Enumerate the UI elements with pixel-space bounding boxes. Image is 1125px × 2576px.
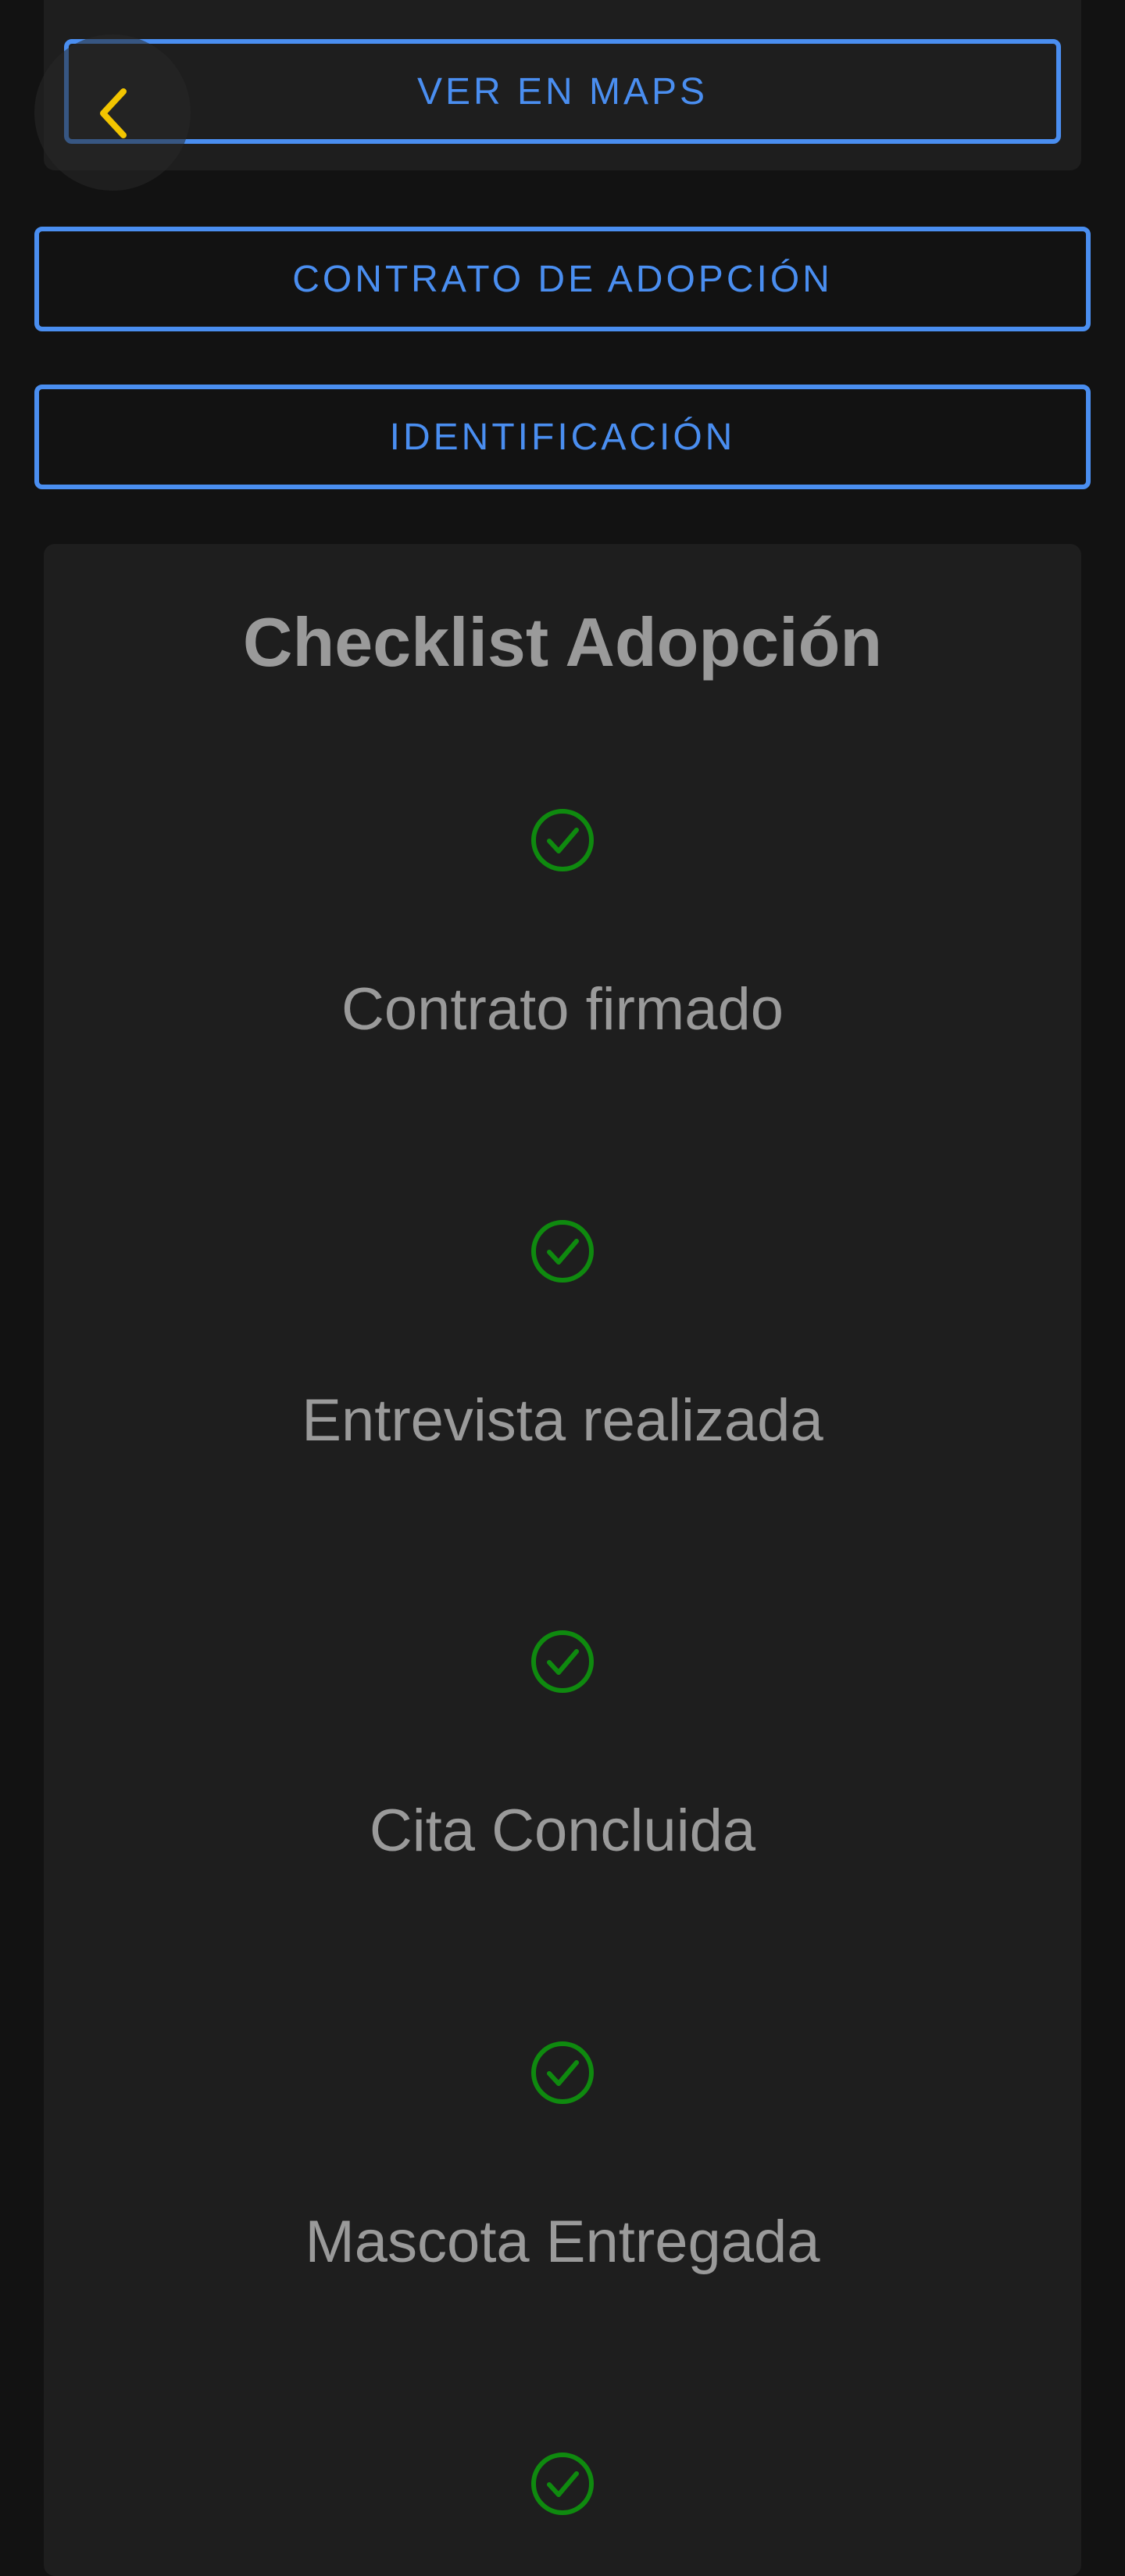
check-circle-icon bbox=[531, 1220, 594, 1283]
check-circle-icon bbox=[531, 2453, 594, 2515]
checklist-item-label: Contrato firmado bbox=[341, 976, 784, 1043]
chevron-left-icon bbox=[100, 88, 127, 138]
checklist-item-label: Mascota Entregada bbox=[305, 2209, 820, 2275]
identification-button[interactable]: IDENTIFICACIÓN bbox=[34, 385, 1091, 489]
checklist-item-label: Entrevista realizada bbox=[302, 1387, 823, 1454]
back-button[interactable] bbox=[34, 34, 191, 191]
adoption-contract-button[interactable]: CONTRATO DE ADOPCIÓN bbox=[34, 227, 1091, 331]
checklist-item-label: Cita Concluida bbox=[369, 1798, 756, 1864]
check-circle-icon bbox=[531, 809, 594, 871]
view-in-maps-button[interactable]: VER EN MAPS bbox=[64, 39, 1061, 144]
check-circle-icon bbox=[531, 1630, 594, 1693]
check-circle-icon bbox=[531, 2041, 594, 2104]
checklist-title: Checklist Adopción bbox=[242, 603, 883, 681]
